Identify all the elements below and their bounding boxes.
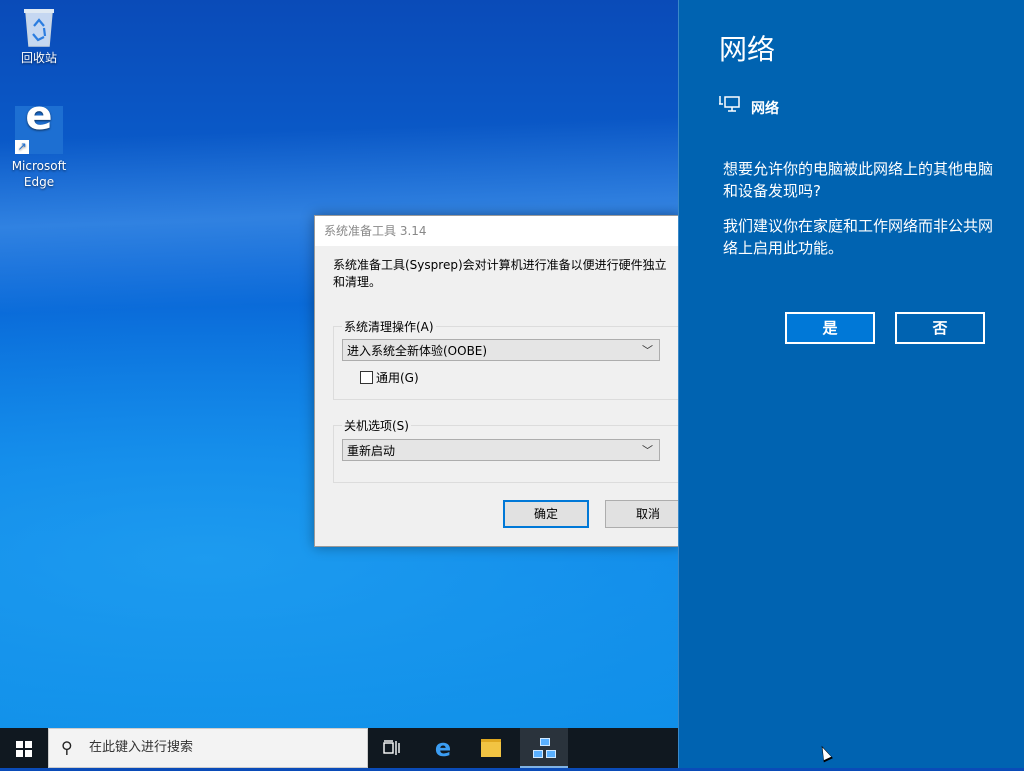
- generalize-checkbox[interactable]: [360, 371, 373, 384]
- ok-button[interactable]: 确定: [503, 500, 589, 528]
- file-explorer-icon: [481, 739, 501, 757]
- network-name: 网络: [751, 101, 779, 117]
- recycle-bin-icon: [21, 6, 57, 48]
- edge-label-line1: Microsoft: [11, 159, 67, 173]
- dialog-description: 系统准备工具(Sysprep)会对计算机进行准备以便进行硬件独立和清理。: [333, 258, 667, 289]
- cleanup-selected-value: 进入系统全新体验(OOBE): [347, 344, 488, 358]
- edge-icon: e ↗: [15, 96, 63, 154]
- shutdown-group-label: 关机选项(S): [342, 417, 411, 434]
- network-flyout: 网络 网络 想要允许你的电脑被此网络上的其他电脑和设备发现吗? 我们建议你在家庭…: [678, 0, 1024, 768]
- shutdown-selected-value: 重新启动: [347, 444, 396, 458]
- shortcut-arrow-icon: ↗: [15, 140, 29, 154]
- desktop-icon-edge[interactable]: e ↗ Microsoft Edge: [4, 96, 74, 190]
- discovery-recommendation: 我们建议你在家庭和工作网络而非公共网络上启用此功能。: [723, 217, 994, 257]
- recycle-bin-label: 回收站: [20, 51, 57, 65]
- chevron-down-icon: ﹀: [642, 444, 653, 457]
- cleanup-group: 系统清理操作(A) 进入系统全新体验(OOBE) ﹀ 通用(G): [333, 318, 694, 400]
- windows-logo-icon: [16, 741, 32, 757]
- dialog-title: 系统准备工具 3.14: [315, 216, 679, 246]
- task-view-button[interactable]: [368, 728, 416, 768]
- taskbar-explorer-button[interactable]: [467, 728, 515, 768]
- no-button[interactable]: 否: [895, 312, 985, 344]
- edge-icon: e: [434, 734, 452, 762]
- sysprep-dialog: 系统准备工具 3.14 系统准备工具(Sysprep)会对计算机进行准备以便进行…: [314, 215, 694, 547]
- desktop-icon-recycle-bin[interactable]: 回收站: [4, 6, 74, 66]
- shutdown-group: 关机选项(S) 重新启动 ﹀: [333, 417, 694, 483]
- cleanup-group-label: 系统清理操作(A): [342, 318, 436, 335]
- search-box[interactable]: ⚲ 在此键入进行搜索: [48, 728, 368, 768]
- taskbar-network-wizard-button[interactable]: [520, 728, 568, 768]
- search-placeholder: 在此键入进行搜索: [89, 740, 194, 755]
- start-button[interactable]: [0, 728, 48, 768]
- edge-label-line2: Edge: [23, 175, 55, 189]
- flyout-title: 网络: [719, 33, 776, 66]
- cleanup-action-select[interactable]: 进入系统全新体验(OOBE) ﹀: [342, 339, 660, 361]
- network-entry: 网络: [719, 95, 779, 118]
- network-wizard-icon: [533, 738, 556, 758]
- generalize-label: 通用(G): [376, 371, 419, 385]
- ethernet-icon: [719, 95, 741, 117]
- chevron-down-icon: ﹀: [642, 344, 653, 357]
- shutdown-option-select[interactable]: 重新启动 ﹀: [342, 439, 660, 461]
- taskbar: ⚲ 在此键入进行搜索 e: [0, 728, 678, 768]
- task-view-icon: [383, 737, 401, 758]
- discovery-prompt: 想要允许你的电脑被此网络上的其他电脑和设备发现吗?: [723, 160, 994, 200]
- taskbar-edge-button[interactable]: e: [419, 728, 467, 768]
- yes-button[interactable]: 是: [785, 312, 875, 344]
- generalize-checkbox-row[interactable]: 通用(G): [360, 369, 419, 386]
- search-icon: ⚲: [61, 738, 73, 757]
